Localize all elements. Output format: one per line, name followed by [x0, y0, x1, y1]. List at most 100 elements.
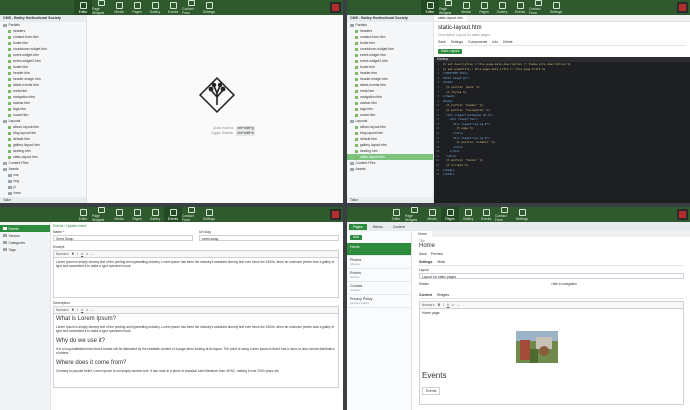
- tab-menus[interactable]: Menus: [369, 224, 387, 230]
- add-page-button[interactable]: Add: [350, 235, 363, 240]
- media-icon: [462, 1, 470, 9]
- line-number: 23: [436, 163, 443, 168]
- code-line: 25 </html>: [436, 172, 690, 177]
- file-tab[interactable]: static-layout.htm: [434, 15, 467, 21]
- save-button[interactable]: Save: [419, 252, 427, 256]
- nav-media[interactable]: Media: [457, 0, 475, 15]
- nav-settings[interactable]: Settings: [200, 207, 218, 222]
- account-avatar[interactable]: [330, 2, 341, 13]
- tree-title: CMS - Bailey Horticultural Society: [347, 15, 433, 22]
- events-sidebar: Events Venues Categories Tags: [0, 222, 51, 410]
- content-editor[interactable]: Home page Events Events: [419, 309, 684, 405]
- nav-page-widgets[interactable]: Page Widgets: [92, 0, 110, 15]
- account-avatar[interactable]: [677, 209, 688, 220]
- nav-gallery[interactable]: Gallery: [493, 0, 511, 15]
- nav-events[interactable]: Events: [477, 207, 495, 222]
- editor-welcome: Quick Access ctrl+shift+p Toggle Sidebar…: [87, 15, 343, 203]
- sidebar-item-categories[interactable]: Categories: [0, 239, 50, 246]
- save-button[interactable]: Save: [438, 40, 446, 44]
- file-icon: [8, 89, 11, 93]
- nav-settings[interactable]: Settings: [200, 0, 218, 15]
- excerpt-editor[interactable]: Lorem Ipsum is simply dummy text of the …: [53, 258, 339, 298]
- tab-pages[interactable]: Pages: [349, 223, 367, 230]
- delete-button[interactable]: Delete: [503, 40, 513, 44]
- sidebar-item-events[interactable]: Events: [0, 225, 50, 232]
- nav-gallery[interactable]: Gallery: [146, 207, 164, 222]
- line-number: 6: [436, 84, 443, 89]
- page-list-item[interactable]: Events/events: [347, 269, 411, 282]
- hidden-checkbox[interactable]: Hidden: [419, 282, 552, 288]
- nav-page-widgets[interactable]: Page Widgets: [405, 207, 423, 222]
- nav-settings[interactable]: Settings: [547, 0, 565, 15]
- code-text: </html>: [442, 172, 455, 177]
- sidebar-item-venues[interactable]: Venues: [0, 232, 50, 239]
- nav-gallery[interactable]: Gallery: [146, 0, 164, 15]
- preview-button[interactable]: Preview: [431, 252, 443, 256]
- nav-contact-form[interactable]: Contact Form: [182, 0, 200, 15]
- description-editor[interactable]: What is Lorem Ipsum? Lorem Ipsum is simp…: [53, 314, 339, 388]
- tailor-footer[interactable]: Tailor: [0, 197, 86, 203]
- nav-editor[interactable]: Editor: [74, 0, 92, 15]
- nav-page-widgets[interactable]: Page Widgets: [439, 0, 457, 15]
- nav-editor[interactable]: Editor: [74, 207, 92, 222]
- content-toolbar[interactable]: Normal ▾ B I U ≡ ⋯: [419, 301, 684, 309]
- tailor-footer[interactable]: Tailor: [347, 197, 433, 203]
- nav-editor[interactable]: Editor: [387, 207, 405, 222]
- name-input[interactable]: Seed Swap: [53, 235, 193, 241]
- code-editor[interactable]: Markup 1 {% set description = this.page.…: [434, 57, 690, 203]
- page-title[interactable]: Home: [419, 243, 684, 251]
- account-avatar[interactable]: [330, 209, 341, 220]
- description-toolbar[interactable]: Normal ▾ B I U ≡ ⋯: [53, 306, 339, 314]
- nav-settings[interactable]: Settings: [513, 207, 531, 222]
- doc-tab-home[interactable]: Home: [413, 231, 433, 237]
- nav-editor[interactable]: Editor: [421, 0, 439, 15]
- tab-settings[interactable]: Settings: [419, 260, 432, 264]
- nav-contact-form[interactable]: Contact Form: [529, 0, 547, 15]
- page-list-item[interactable]: Privacy Policy/privacy-policy: [347, 295, 411, 308]
- page-list-item[interactable]: Contact/contact: [347, 282, 411, 295]
- nav-contact-form[interactable]: Contact Form: [182, 207, 200, 222]
- nav-pages[interactable]: Pages: [128, 207, 146, 222]
- excerpt-toolbar[interactable]: Normal ▾ B I U ≡ ⋯: [53, 250, 339, 258]
- account-avatar[interactable]: [677, 2, 688, 13]
- nav-page-widgets[interactable]: Page Widgets: [92, 207, 110, 222]
- tab-content[interactable]: Content: [419, 293, 432, 297]
- sidebar-item-tags[interactable]: Tags: [0, 246, 50, 253]
- nav-events[interactable]: Events: [164, 0, 182, 15]
- nav-pages[interactable]: Pages: [128, 0, 146, 15]
- hide-nav-checkbox[interactable]: Hide in navigation: [552, 282, 685, 288]
- nav-media[interactable]: Media: [110, 207, 128, 222]
- content-heading: What is Lorem Ipsum?: [56, 316, 117, 322]
- components-button[interactable]: Components: [468, 40, 487, 44]
- events-icon: [516, 1, 524, 9]
- file-icon: [355, 143, 358, 147]
- nav-events[interactable]: Events: [164, 207, 182, 222]
- file-icon: [8, 83, 11, 87]
- nav-media[interactable]: Media: [110, 0, 128, 15]
- events-widget[interactable]: Events: [422, 387, 441, 395]
- line-number: 1: [436, 62, 443, 66]
- nav-pages[interactable]: Pages: [475, 0, 493, 15]
- slug-input[interactable]: seed-swap: [199, 235, 339, 241]
- dark-layout-button[interactable]: Dark Layout: [438, 49, 463, 54]
- nav-events[interactable]: Events: [511, 0, 529, 15]
- tree-item[interactable]: fonts: [0, 190, 86, 196]
- settings-button[interactable]: Settings: [451, 40, 463, 44]
- page-list-item[interactable]: Photos/photos: [347, 256, 411, 269]
- nav-media[interactable]: Media: [423, 207, 441, 222]
- nav-contact-form[interactable]: Contact Form: [495, 207, 513, 222]
- page-list-item[interactable]: Home /: [347, 243, 411, 256]
- folder-icon: [8, 191, 12, 195]
- assets-group[interactable]: Assets: [347, 166, 433, 172]
- tab-meta[interactable]: Meta: [437, 260, 445, 264]
- cms-editor-panel: Editor Page Widgets Media Pages Gallery …: [0, 0, 343, 203]
- nav-pages[interactable]: Pages: [441, 207, 459, 222]
- folder-icon: [350, 161, 354, 165]
- info-button[interactable]: Info: [492, 40, 498, 44]
- tab-widgets[interactable]: Widgets: [437, 293, 449, 297]
- nav-gallery[interactable]: Gallery: [459, 207, 477, 222]
- editor-icon: [392, 208, 400, 216]
- line-number: 12: [436, 112, 443, 117]
- tab-content[interactable]: Content: [389, 224, 409, 230]
- layout-select[interactable]: Layout for static pages: [419, 273, 684, 279]
